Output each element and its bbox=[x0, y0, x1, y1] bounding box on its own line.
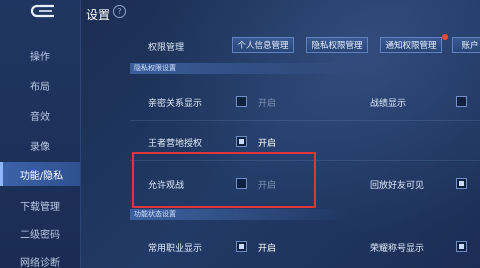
row-divider bbox=[130, 120, 480, 121]
sidebar-item-second-password[interactable]: 二级密码 bbox=[0, 222, 80, 244]
personal-info-button[interactable]: 个人信息管理 bbox=[232, 37, 294, 53]
sidebar-item-label: 布局 bbox=[30, 81, 50, 93]
sidebar: 操作 布局 音效 录像 功能/隐私 下载管理 二级密码 网络诊断 bbox=[0, 0, 81, 268]
sidebar-item-label: 下载管理 bbox=[20, 201, 60, 213]
camp-auth-state: 开启 bbox=[258, 139, 277, 149]
help-icon[interactable]: ? bbox=[113, 5, 126, 18]
sidebar-item-operation[interactable]: 操作 bbox=[0, 44, 80, 66]
notification-badge bbox=[442, 34, 448, 40]
sidebar-item-label: 功能/隐私 bbox=[19, 170, 64, 182]
sidebar-item-function-privacy[interactable]: 功能/隐私 bbox=[0, 162, 80, 186]
highlight-box bbox=[132, 152, 316, 208]
common-job-display-label: 常用职业显示 bbox=[148, 244, 203, 254]
sidebar-item-label: 音效 bbox=[30, 111, 50, 123]
return-friend-visible-label: 回放好友可见 bbox=[370, 181, 425, 191]
honor-title-display-checkbox[interactable] bbox=[456, 241, 467, 252]
permission-label: 权限管理 bbox=[148, 43, 185, 53]
common-job-display-checkbox[interactable] bbox=[236, 241, 247, 252]
camp-auth-label: 王者营地授权 bbox=[148, 139, 203, 149]
sidebar-item-label: 二级密码 bbox=[20, 229, 60, 241]
notification-permission-button[interactable]: 通知权限管理 bbox=[380, 37, 442, 53]
honor-title-display-label: 荣耀称号显示 bbox=[370, 244, 425, 254]
account-button[interactable]: 账户 bbox=[452, 37, 480, 53]
privacy-permission-button[interactable]: 隐私权限管理 bbox=[306, 37, 368, 53]
battle-display-checkbox[interactable] bbox=[456, 96, 467, 107]
sidebar-item-label: 操作 bbox=[30, 51, 50, 63]
sidebar-item-recording[interactable]: 录像 bbox=[0, 134, 80, 156]
sidebar-item-label: 网络诊断 bbox=[20, 257, 60, 268]
intimacy-display-checkbox[interactable] bbox=[236, 96, 247, 107]
sidebar-item-download[interactable]: 下载管理 bbox=[0, 194, 80, 216]
section-header-privacy: 隐私权限设置 bbox=[130, 63, 390, 74]
battle-display-label: 战绩显示 bbox=[370, 99, 407, 109]
intimacy-display-label: 亲密关系显示 bbox=[148, 99, 203, 109]
return-friend-visible-checkbox[interactable] bbox=[456, 178, 467, 189]
sidebar-item-network[interactable]: 网络诊断 bbox=[0, 250, 80, 268]
section-header-function-status: 功能状态设置 bbox=[130, 209, 390, 220]
page-title: 设置 bbox=[86, 8, 111, 22]
sidebar-item-label: 录像 bbox=[30, 141, 50, 153]
settings-page: 操作 布局 音效 录像 功能/隐私 下载管理 二级密码 网络诊断 设置 ? 权限… bbox=[0, 0, 480, 268]
sidebar-item-sound[interactable]: 音效 bbox=[0, 104, 80, 126]
camp-auth-checkbox[interactable] bbox=[236, 136, 247, 147]
common-job-display-state: 开启 bbox=[258, 244, 277, 254]
sidebar-item-layout[interactable]: 布局 bbox=[0, 74, 80, 96]
back-icon[interactable] bbox=[28, 4, 58, 18]
intimacy-display-state: 开启 bbox=[258, 99, 277, 109]
